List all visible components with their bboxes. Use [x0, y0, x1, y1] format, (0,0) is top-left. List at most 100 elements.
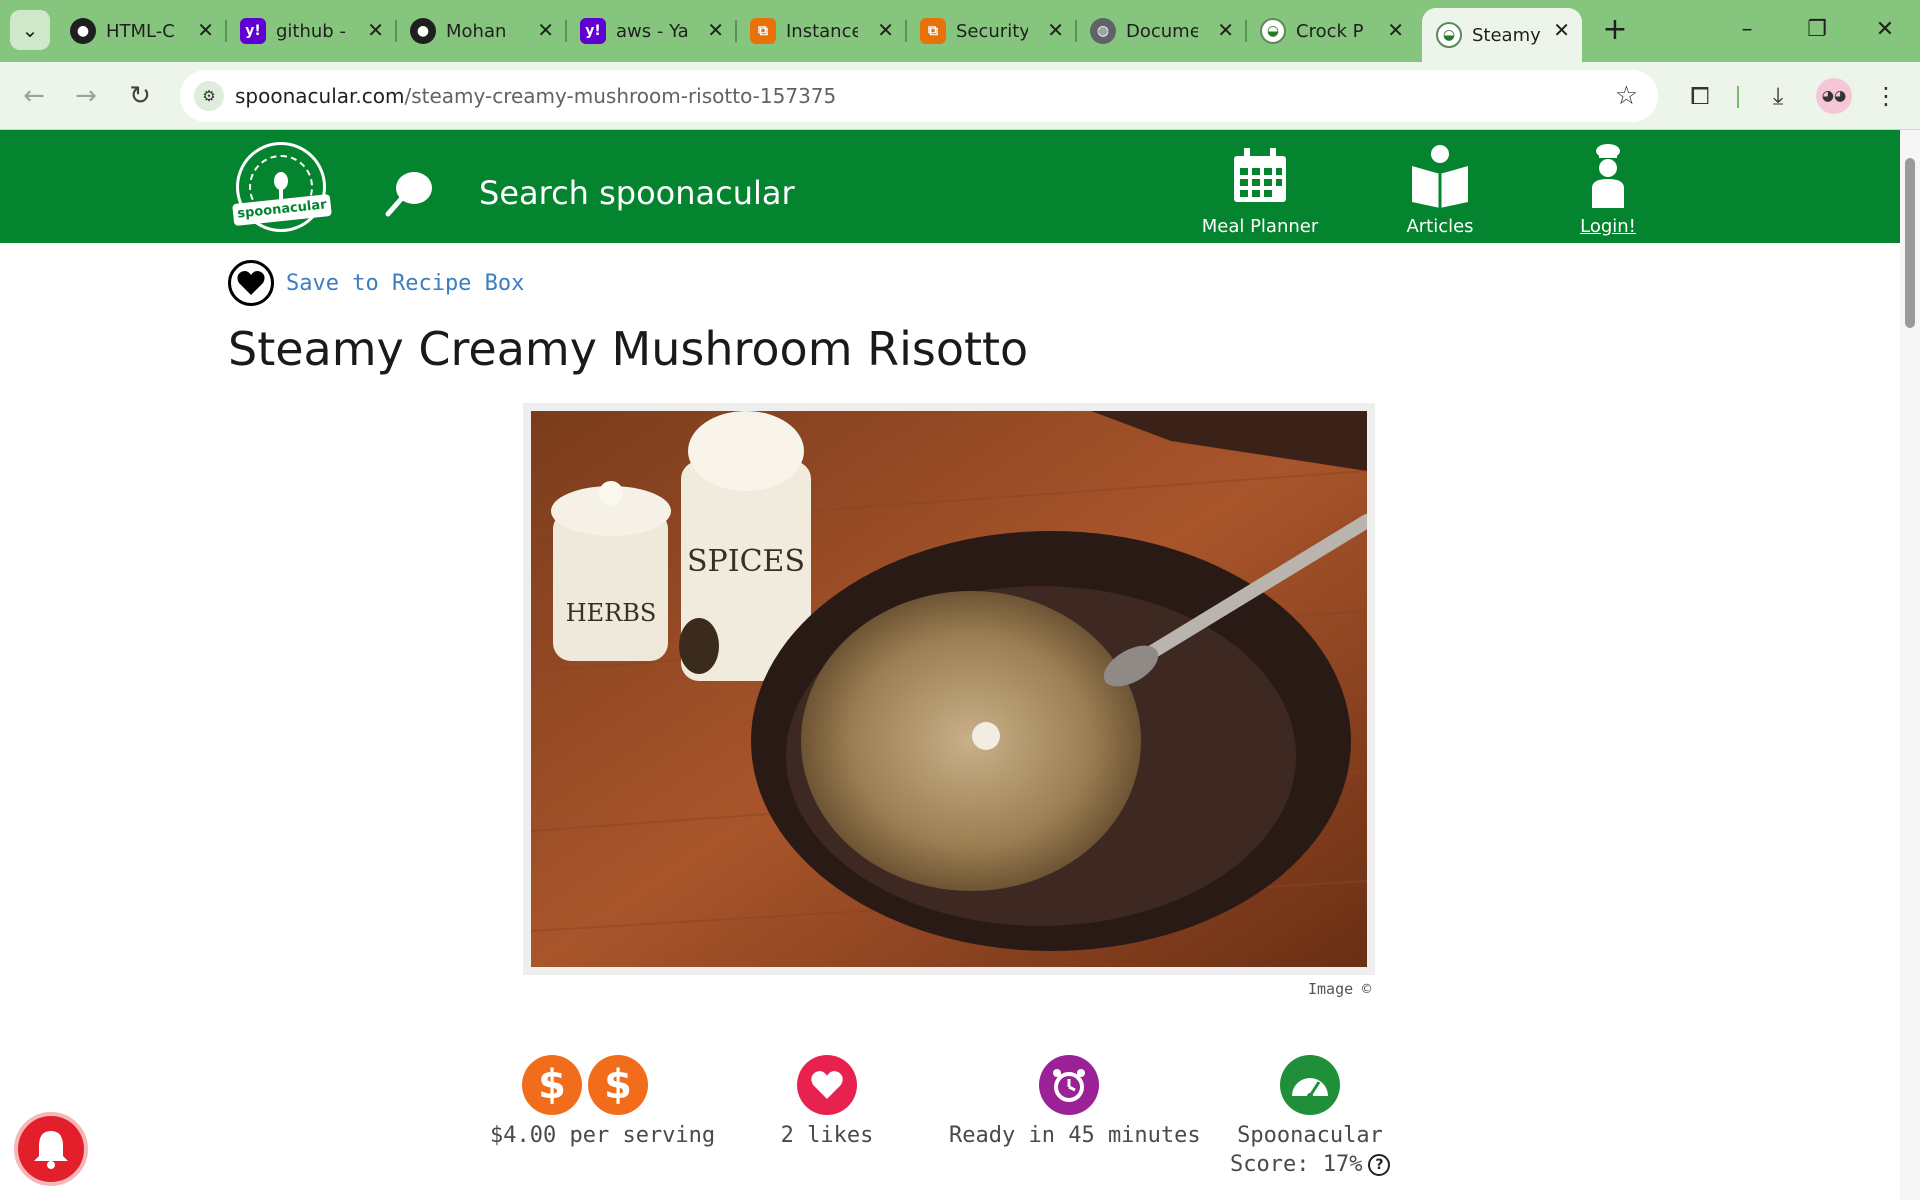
tab-label: Instance [786, 20, 858, 42]
close-icon[interactable]: ✕ [197, 19, 214, 41]
minimize-icon: – [1741, 17, 1753, 42]
heart-icon [228, 260, 274, 306]
notification-bell-button[interactable] [14, 1112, 88, 1186]
tab-label: Mohan [446, 20, 507, 42]
close-icon[interactable]: ✕ [1217, 19, 1234, 41]
logo-text: spoonacular [232, 193, 332, 227]
spoonacular-icon: ◒ [1436, 22, 1462, 48]
address-bar[interactable]: ⚙ spoonacular.com/steamy-creamy-mushroom… [180, 70, 1658, 122]
browser-tab-strip: ⌄ ● HTML-C ✕ y! github - ✕ ● Mohan ✕ y! … [0, 0, 1920, 62]
tab-0[interactable]: ● HTML-C ✕ [56, 8, 227, 54]
more-menu-icon[interactable]: ⋮ [1868, 78, 1904, 114]
likes-count: 2 likes [780, 1123, 874, 1148]
nav-label: Login! [1580, 216, 1636, 237]
tab-8-active[interactable]: ◒ Steamy ✕ [1422, 8, 1582, 62]
tab-label: Docume [1126, 20, 1198, 42]
close-icon[interactable]: ✕ [877, 19, 894, 41]
aws-icon: ⧉ [750, 18, 776, 44]
url-text[interactable]: spoonacular.com/steamy-creamy-mushroom-r… [235, 84, 836, 108]
toolbar-divider [1737, 86, 1739, 108]
plus-icon: + [1602, 12, 1628, 47]
price-per-serving: $4.00 per serving [490, 1123, 716, 1148]
url-domain: spoonacular.com [235, 84, 405, 108]
close-icon[interactable]: ✕ [707, 19, 724, 41]
gauge-icon [1280, 1055, 1340, 1115]
reader-book-icon [1370, 144, 1510, 208]
image-credit[interactable]: Image © [1308, 980, 1371, 998]
nav-label: Meal Planner [1201, 216, 1319, 237]
back-button[interactable]: ← [14, 76, 54, 116]
tab-label: HTML-C [106, 20, 175, 42]
close-icon: ✕ [1875, 17, 1895, 42]
score-value: Score: 17% [1230, 1152, 1363, 1177]
extensions-icon[interactable]: ⧠ [1682, 78, 1718, 114]
tab-1[interactable]: y! github - ✕ [226, 8, 397, 54]
save-label[interactable]: Save to Recipe Box [286, 271, 524, 296]
tab-label: github - [276, 20, 346, 42]
download-icon[interactable]: ⤓ [1760, 78, 1796, 114]
tab-label: Steamy [1472, 24, 1541, 46]
scrollbar-thumb[interactable] [1905, 158, 1915, 328]
dollar-icon: $ [522, 1055, 582, 1115]
calendar-icon [1190, 144, 1330, 208]
nav-label: Articles [1406, 216, 1474, 237]
nav-meal-planner[interactable]: Meal Planner [1190, 144, 1330, 237]
new-tab-button[interactable]: + [1598, 14, 1632, 48]
tab-2[interactable]: ● Mohan ✕ [396, 8, 567, 54]
tab-6[interactable]: ◍ Docume ✕ [1076, 8, 1247, 54]
close-icon[interactable]: ✕ [1387, 19, 1404, 41]
search-icon[interactable] [384, 168, 434, 218]
stat-score: Spoonacular Score: 17%? [1230, 1055, 1391, 1177]
ready-time: Ready in 45 minutes [949, 1123, 1201, 1148]
close-icon[interactable]: ✕ [367, 19, 384, 41]
close-icon[interactable]: ✕ [1553, 19, 1570, 41]
close-icon[interactable]: ✕ [1047, 19, 1064, 41]
github-icon: ● [410, 18, 436, 44]
nav-articles[interactable]: Articles [1370, 144, 1510, 237]
tab-4[interactable]: ⧉ Instance ✕ [736, 8, 907, 54]
tab-label: Security [956, 20, 1028, 42]
chevron-down-icon: ⌄ [21, 18, 39, 42]
arrow-left-icon: ← [23, 81, 45, 111]
tab-5[interactable]: ⧉ Security ✕ [906, 8, 1077, 54]
stat-time: Ready in 45 minutes [949, 1055, 1201, 1148]
help-icon[interactable]: ? [1368, 1154, 1391, 1176]
arrow-right-icon: → [75, 81, 97, 111]
yahoo-icon: y! [580, 18, 606, 44]
github-icon: ● [70, 18, 96, 44]
url-path: /steamy-creamy-mushroom-risotto-157375 [404, 84, 837, 108]
yahoo-icon: y! [240, 18, 266, 44]
reload-icon: ↻ [129, 81, 151, 111]
minimize-button[interactable]: – [1722, 12, 1772, 48]
recipe-photo: SPICES HERBS [523, 403, 1375, 975]
stat-price: $ $ $4.00 per serving [490, 1055, 716, 1148]
aws-icon: ⧉ [920, 18, 946, 44]
forward-button[interactable]: → [66, 76, 106, 116]
restore-icon: ❐ [1807, 17, 1827, 42]
risotto-image: SPICES HERBS [531, 411, 1367, 967]
globe-icon: ◍ [1090, 18, 1116, 44]
bookmark-star-icon[interactable]: ☆ [1615, 81, 1638, 111]
spoonacular-logo[interactable]: spoonacular [232, 142, 332, 232]
save-to-recipe-box[interactable]: Save to Recipe Box [228, 260, 524, 306]
chef-user-icon [1538, 144, 1678, 208]
tab-search-button[interactable]: ⌄ [10, 10, 50, 50]
site-header: spoonacular Search spoonacular Meal Plan… [0, 130, 1900, 243]
reload-button[interactable]: ↻ [120, 76, 160, 116]
alarm-clock-icon [1039, 1055, 1099, 1115]
svg-text:HERBS: HERBS [566, 599, 657, 627]
profile-avatar[interactable]: ◕◕ [1816, 78, 1852, 114]
heart-icon [797, 1055, 857, 1115]
close-window-button[interactable]: ✕ [1860, 12, 1910, 48]
search-input[interactable]: Search spoonacular [479, 174, 795, 212]
close-icon[interactable]: ✕ [537, 19, 554, 41]
restore-button[interactable]: ❐ [1792, 12, 1842, 48]
tab-3[interactable]: y! aws - Ya ✕ [566, 8, 737, 54]
browser-toolbar: ← → ↻ ⚙ spoonacular.com/steamy-creamy-mu… [0, 62, 1920, 130]
tab-7[interactable]: ◒ Crock P ✕ [1246, 8, 1416, 54]
nav-login[interactable]: Login! [1538, 144, 1678, 237]
page-scrollbar[interactable] [1900, 130, 1920, 1200]
stat-likes[interactable]: 2 likes [760, 1055, 894, 1148]
site-info-icon[interactable]: ⚙ [194, 81, 224, 111]
tab-label: aws - Ya [616, 20, 688, 42]
